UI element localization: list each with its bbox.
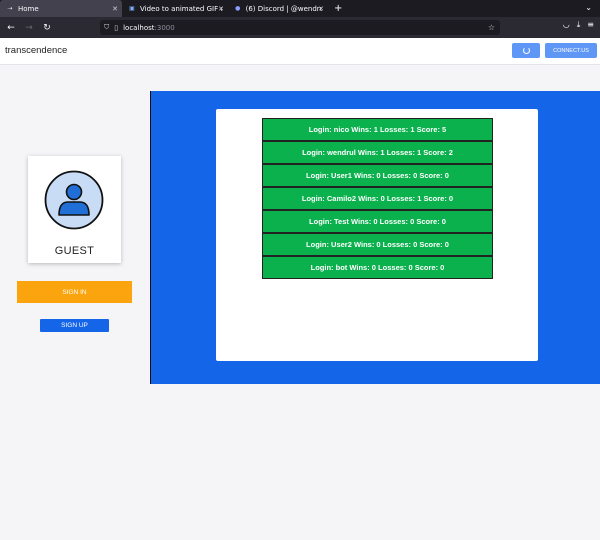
forward-arrow-icon[interactable]: → xyxy=(22,21,36,35)
tab-label: (6) Discord | @wendrul xyxy=(245,4,322,13)
close-icon[interactable]: ✕ xyxy=(318,5,324,13)
leaderboard-row: Login: Test Wins: 0 Losses: 0 Score: 0 xyxy=(262,210,493,233)
leaderboard-row: Login: Camilo2 Wins: 0 Losses: 1 Score: … xyxy=(262,187,493,210)
ezgif-favicon-icon: ▣ xyxy=(129,5,135,12)
close-icon[interactable]: ✕ xyxy=(112,5,118,13)
leaderboard-list: Login: nico Wins: 1 Losses: 1 Score: 5 L… xyxy=(262,118,493,279)
tab-label: Home xyxy=(18,4,39,13)
new-tab-icon[interactable]: + xyxy=(334,3,342,14)
pocket-icon[interactable]: ◡ xyxy=(563,20,570,30)
tab-list-chevron-icon[interactable]: ⌄ xyxy=(585,3,592,12)
tab-label: Video to animated GIF co xyxy=(140,4,222,13)
profile-card: GUEST xyxy=(28,156,121,263)
terminal-favicon-icon: ⇢ xyxy=(7,5,13,12)
url-bar[interactable]: ⛉ ▯ localhost :3000 ☆ xyxy=(100,20,500,35)
leaderboard-row: Login: User2 Wins: 0 Losses: 0 Score: 0 xyxy=(262,233,493,256)
browser-tab-bar: ⇢ Home ✕ ▣ Video to animated GIF co ✕ ● … xyxy=(0,0,600,17)
tab-discord[interactable]: ● (6) Discord | @wendrul ✕ xyxy=(228,0,328,17)
url-port: :3000 xyxy=(154,23,175,32)
leaderboard-panel: Login: nico Wins: 1 Losses: 1 Score: 5 L… xyxy=(150,91,600,384)
tab-video-gif[interactable]: ▣ Video to animated GIF co ✕ xyxy=(122,0,228,17)
guest-name: GUEST xyxy=(54,245,95,257)
sign-up-button[interactable]: SIGN UP xyxy=(40,319,109,332)
app-header: transcendence CONNECT.US xyxy=(0,38,600,65)
tab-home[interactable]: ⇢ Home ✕ xyxy=(0,0,122,17)
bookmark-star-icon[interactable]: ☆ xyxy=(488,23,495,32)
loading-button[interactable] xyxy=(512,43,540,58)
leaderboard-container: Login: nico Wins: 1 Losses: 1 Score: 5 L… xyxy=(216,109,538,361)
url-host: localhost xyxy=(123,23,155,32)
menu-icon[interactable]: ≡ xyxy=(587,20,594,30)
connect-button[interactable]: CONNECT.US xyxy=(545,43,597,58)
page-icon[interactable]: ▯ xyxy=(114,24,118,32)
back-arrow-icon[interactable]: ← xyxy=(4,21,18,35)
download-icon[interactable]: ⤓ xyxy=(577,20,581,30)
discord-favicon-icon: ● xyxy=(235,5,241,12)
leaderboard-row: Login: bot Wins: 0 Losses: 0 Score: 0 xyxy=(262,256,493,279)
sign-in-button[interactable]: SIGN IN xyxy=(17,281,132,303)
app-title: transcendence xyxy=(5,45,68,56)
user-avatar-icon xyxy=(44,170,104,230)
leaderboard-row: Login: nico Wins: 1 Losses: 1 Score: 5 xyxy=(262,118,493,141)
browser-nav-bar: ← → ↻ ⛉ ▯ localhost :3000 ☆ ◡ ⤓ ≡ xyxy=(0,17,600,38)
leaderboard-row: Login: User1 Wins: 0 Losses: 0 Score: 0 xyxy=(262,164,493,187)
spinner-icon xyxy=(522,47,530,54)
close-icon[interactable]: ✕ xyxy=(218,5,224,13)
reload-icon[interactable]: ↻ xyxy=(40,21,54,35)
shield-icon[interactable]: ⛉ xyxy=(104,23,109,32)
leaderboard-row: Login: wendrul Wins: 1 Losses: 1 Score: … xyxy=(262,141,493,164)
